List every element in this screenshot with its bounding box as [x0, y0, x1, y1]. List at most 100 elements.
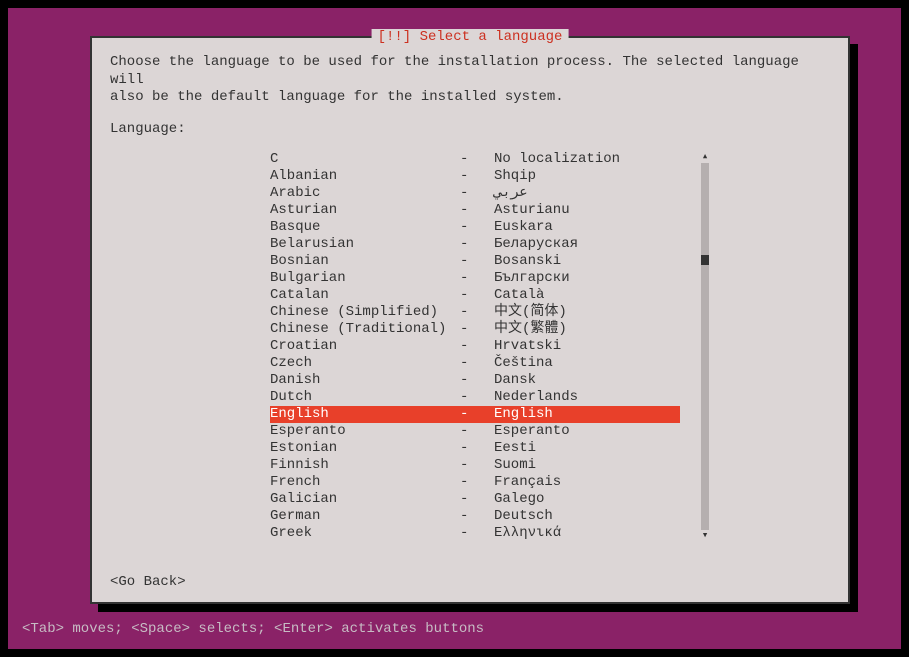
language-native: No localization	[494, 151, 680, 168]
language-option[interactable]: Basque-Euskara	[270, 219, 680, 236]
language-option[interactable]: Bosnian-Bosanski	[270, 253, 680, 270]
language-option[interactable]: Albanian-Shqip	[270, 168, 680, 185]
language-native: Galego	[494, 491, 680, 508]
language-name: Finnish	[270, 457, 460, 474]
separator: -	[460, 457, 494, 474]
separator: -	[460, 219, 494, 236]
language-native: Ελληνικά	[494, 525, 680, 542]
help-line: <Tab> moves; <Space> selects; <Enter> ac…	[22, 621, 484, 637]
language-option[interactable]: Greek-Ελληνικά	[270, 525, 680, 542]
field-label: Language:	[110, 121, 830, 137]
language-option[interactable]: Esperanto-Esperanto	[270, 423, 680, 440]
separator: -	[460, 236, 494, 253]
language-dialog: [!!] Select a language Choose the langua…	[90, 36, 850, 604]
language-native: English	[494, 406, 680, 423]
go-back-button[interactable]: <Go Back>	[110, 574, 186, 590]
language-native: Dansk	[494, 372, 680, 389]
language-native: عربي	[494, 185, 680, 202]
language-option[interactable]: Czech-Čeština	[270, 355, 680, 372]
separator: -	[460, 304, 494, 321]
language-option[interactable]: C-No localization	[270, 151, 680, 168]
scroll-track[interactable]	[701, 163, 709, 530]
separator: -	[460, 508, 494, 525]
language-name: Chinese (Simplified)	[270, 304, 460, 321]
language-native: Català	[494, 287, 680, 304]
language-list[interactable]: C-No localizationAlbanian-ShqipArabic-عر…	[270, 151, 680, 542]
language-native: Asturianu	[494, 202, 680, 219]
language-option[interactable]: English-English	[270, 406, 680, 423]
language-name: Croatian	[270, 338, 460, 355]
language-name: C	[270, 151, 460, 168]
language-native: Български	[494, 270, 680, 287]
separator: -	[460, 355, 494, 372]
language-option[interactable]: Danish-Dansk	[270, 372, 680, 389]
language-name: Danish	[270, 372, 460, 389]
language-option[interactable]: Finnish-Suomi	[270, 457, 680, 474]
language-native: Eesti	[494, 440, 680, 457]
language-native: 中文(简体)	[494, 304, 680, 321]
language-name: Chinese (Traditional)	[270, 321, 460, 338]
separator: -	[460, 491, 494, 508]
language-name: Czech	[270, 355, 460, 372]
description-line: also be the default language for the ins…	[110, 89, 830, 107]
separator: -	[460, 525, 494, 542]
language-name: Basque	[270, 219, 460, 236]
language-name: Galician	[270, 491, 460, 508]
separator: -	[460, 202, 494, 219]
language-native: Deutsch	[494, 508, 680, 525]
language-name: German	[270, 508, 460, 525]
installer-background: [!!] Select a language Choose the langua…	[8, 8, 901, 649]
language-option[interactable]: Chinese (Traditional)-中文(繁體)	[270, 321, 680, 338]
language-name: French	[270, 474, 460, 491]
language-option[interactable]: Chinese (Simplified)-中文(简体)	[270, 304, 680, 321]
language-option[interactable]: Asturian-Asturianu	[270, 202, 680, 219]
language-option[interactable]: Dutch-Nederlands	[270, 389, 680, 406]
separator: -	[460, 474, 494, 491]
language-option[interactable]: Arabic-عربي	[270, 185, 680, 202]
separator: -	[460, 440, 494, 457]
separator: -	[460, 406, 494, 423]
language-native: Euskara	[494, 219, 680, 236]
separator: -	[460, 423, 494, 440]
separator: -	[460, 321, 494, 338]
separator: -	[460, 168, 494, 185]
language-option[interactable]: German-Deutsch	[270, 508, 680, 525]
dialog-content: Choose the language to be used for the i…	[92, 38, 848, 554]
scroll-down-icon[interactable]: ▾	[702, 530, 709, 542]
language-name: Arabic	[270, 185, 460, 202]
language-native: Nederlands	[494, 389, 680, 406]
language-native: Беларуская	[494, 236, 680, 253]
separator: -	[460, 270, 494, 287]
dialog-title: [!!] Select a language	[372, 29, 569, 45]
language-name: English	[270, 406, 460, 423]
separator: -	[460, 389, 494, 406]
language-native: Suomi	[494, 457, 680, 474]
language-option[interactable]: Galician-Galego	[270, 491, 680, 508]
language-name: Bosnian	[270, 253, 460, 270]
separator: -	[460, 372, 494, 389]
language-option[interactable]: Croatian-Hrvatski	[270, 338, 680, 355]
language-option[interactable]: Estonian-Eesti	[270, 440, 680, 457]
language-native: Bosanski	[494, 253, 680, 270]
language-option[interactable]: Belarusian-Беларуская	[270, 236, 680, 253]
language-option[interactable]: Catalan-Català	[270, 287, 680, 304]
scroll-thumb[interactable]	[701, 255, 709, 265]
description-line: Choose the language to be used for the i…	[110, 54, 830, 89]
language-native: Esperanto	[494, 423, 680, 440]
separator: -	[460, 151, 494, 168]
language-option[interactable]: Bulgarian-Български	[270, 270, 680, 287]
language-native: Shqip	[494, 168, 680, 185]
language-name: Esperanto	[270, 423, 460, 440]
language-native: Français	[494, 474, 680, 491]
language-name: Asturian	[270, 202, 460, 219]
scrollbar[interactable]: ▴ ▾	[700, 151, 710, 542]
scroll-up-icon[interactable]: ▴	[702, 151, 709, 163]
separator: -	[460, 338, 494, 355]
dialog-description: Choose the language to be used for the i…	[110, 54, 830, 107]
language-native: Hrvatski	[494, 338, 680, 355]
language-native: 中文(繁體)	[494, 321, 680, 338]
language-option[interactable]: French-Français	[270, 474, 680, 491]
separator: -	[460, 253, 494, 270]
language-name: Albanian	[270, 168, 460, 185]
language-name: Bulgarian	[270, 270, 460, 287]
